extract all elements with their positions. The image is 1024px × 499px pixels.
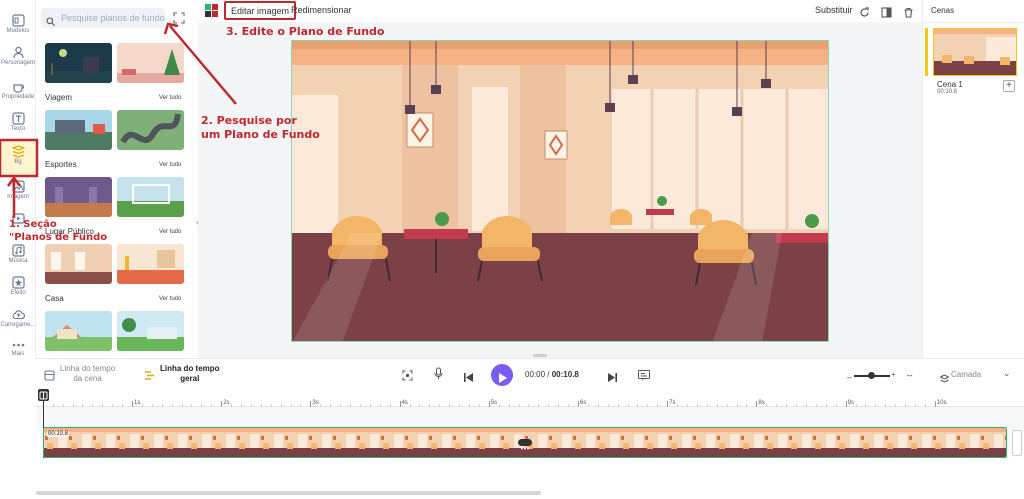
annotation-overlay bbox=[0, 22, 237, 218]
annotation-step-1: 1. Seção "Planos de Fundo bbox=[9, 219, 108, 243]
annotation-box bbox=[0, 138, 39, 178]
annotation-step-2: 2. Pesquise por um Plano de Fundo bbox=[201, 114, 320, 141]
annotation-step-3: 3. Edite o Plano de Fundo bbox=[226, 25, 385, 38]
app-window: Modelos Personagem Propriedade Texto Bg … bbox=[0, 0, 1024, 499]
